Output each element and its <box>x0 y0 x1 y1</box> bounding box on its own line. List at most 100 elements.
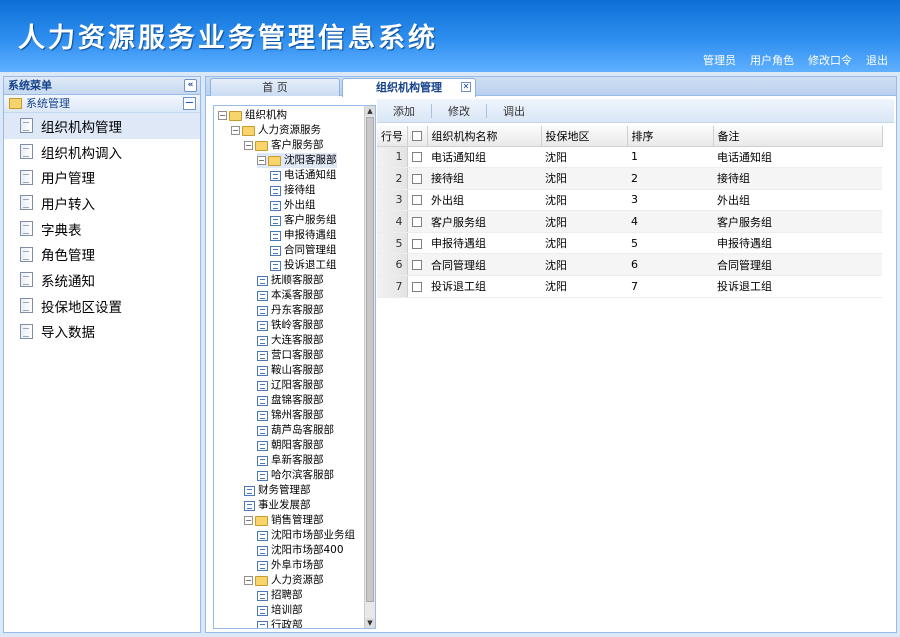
tree-node[interactable]: 锦州客服部 <box>257 408 324 423</box>
tree-scrollbar[interactable]: ▲ ▼ <box>364 106 375 628</box>
row-checkbox[interactable] <box>411 260 422 271</box>
tree-toggle-icon[interactable]: − <box>218 111 227 120</box>
tree-node[interactable]: 丹东客服部 <box>257 303 324 318</box>
row-select-cell[interactable] <box>407 253 427 277</box>
tree-node[interactable]: − 人力资源服务 <box>231 123 321 138</box>
menu-item[interactable]: 字典表 <box>4 216 200 242</box>
tree-node[interactable]: 营口客服部 <box>257 348 324 363</box>
tree-node-label: 行政部 <box>271 619 303 629</box>
tab-home[interactable]: 首 页 <box>210 78 340 96</box>
tree-node[interactable]: 大连客服部 <box>257 333 324 348</box>
tree-node[interactable]: 培训部 <box>257 603 303 618</box>
select-all-checkbox[interactable] <box>411 131 422 142</box>
topnav-user-role-link[interactable]: 用户角色 <box>750 52 794 68</box>
tree-node-label: 阜新客服部 <box>271 454 324 466</box>
row-checkbox[interactable] <box>411 281 422 292</box>
collapse-group-icon[interactable]: − <box>183 97 196 110</box>
scroll-up-icon[interactable]: ▲ <box>365 106 375 116</box>
tree-toggle-icon[interactable]: − <box>244 516 253 525</box>
col-header-region[interactable]: 投保地区 <box>541 126 628 147</box>
row-select-cell[interactable] <box>407 146 427 169</box>
row-checkbox[interactable] <box>411 217 422 228</box>
topnav-admin-link[interactable]: 管理员 <box>703 52 736 68</box>
tree-toggle-icon[interactable]: − <box>244 141 253 150</box>
tree-node[interactable]: − 组织机构 <box>218 108 287 123</box>
tree-node[interactable]: 行政部 <box>257 618 303 629</box>
tree-node[interactable]: 沈阳市场部400 <box>257 543 344 558</box>
tree-node[interactable]: 外出组 <box>270 198 316 213</box>
col-header-name[interactable]: 组织机构名称 <box>427 126 542 147</box>
tab-org-management[interactable]: 组织机构管理 ✕ <box>342 78 476 97</box>
tree-node[interactable]: 沈阳市场部业务组 <box>257 528 355 543</box>
table-row[interactable]: 3 外出组 沈阳 3 外出组 <box>377 189 882 212</box>
close-tab-icon[interactable]: ✕ <box>461 82 471 92</box>
row-select-cell[interactable] <box>407 210 427 233</box>
tree-node[interactable]: 本溪客服部 <box>257 288 324 303</box>
menu-group-system-admin[interactable]: 系统管理 − <box>4 95 200 113</box>
row-select-cell[interactable] <box>407 167 427 190</box>
col-header-order[interactable]: 排序 <box>627 126 714 147</box>
tree-node[interactable]: 招聘部 <box>257 588 303 603</box>
menu-item[interactable]: 投保地区设置 <box>4 293 200 319</box>
tree-node[interactable]: 朝阳客服部 <box>257 438 324 453</box>
topnav-change-password-link[interactable]: 修改口令 <box>808 52 852 68</box>
collapse-left-icon[interactable]: « <box>184 79 197 92</box>
row-select-cell[interactable] <box>407 232 427 255</box>
row-checkbox[interactable] <box>411 238 422 249</box>
row-checkbox[interactable] <box>411 173 422 184</box>
tree-node[interactable]: 事业发展部 <box>244 498 311 513</box>
region-cell: 沈阳 <box>541 253 627 277</box>
table-row[interactable]: 5 申报待遇组 沈阳 5 申报待遇组 <box>377 232 882 255</box>
menu-item[interactable]: 角色管理 <box>4 241 200 267</box>
tree-node[interactable]: 铁岭客服部 <box>257 318 324 333</box>
scroll-thumb[interactable] <box>366 117 374 602</box>
tree-node[interactable]: − 沈阳客服部 <box>257 153 337 168</box>
col-header-remark[interactable]: 备注 <box>713 126 883 147</box>
tree-node[interactable]: 辽阳客服部 <box>257 378 324 393</box>
row-select-cell[interactable] <box>407 189 427 212</box>
menu-item[interactable]: 组织机构管理 <box>4 113 200 139</box>
table-row[interactable]: 6 合同管理组 沈阳 6 合同管理组 <box>377 253 882 277</box>
tree-toggle-icon[interactable]: − <box>244 576 253 585</box>
add-button[interactable]: 添加 <box>393 103 431 119</box>
menu-item[interactable]: 系统通知 <box>4 267 200 293</box>
tree-node[interactable]: 接待组 <box>270 183 316 198</box>
row-checkbox[interactable] <box>411 195 422 206</box>
order-cell: 2 <box>627 167 713 190</box>
tree-node[interactable]: 阜新客服部 <box>257 453 324 468</box>
tree-node[interactable]: − 客户服务部 <box>244 138 324 153</box>
table-row[interactable]: 4 客户服务组 沈阳 4 客户服务组 <box>377 210 882 233</box>
tree-node[interactable]: 鞍山客服部 <box>257 363 324 378</box>
tree-node[interactable]: 盘锦客服部 <box>257 393 324 408</box>
menu-item[interactable]: 用户管理 <box>4 164 200 190</box>
tree-node[interactable]: 哈尔滨客服部 <box>257 468 334 483</box>
scroll-down-icon[interactable]: ▼ <box>365 618 375 628</box>
tree-node[interactable]: − 销售管理部 <box>244 513 324 528</box>
menu-item[interactable]: 导入数据 <box>4 319 200 345</box>
row-number-cell: 5 <box>377 232 408 255</box>
tree-node[interactable]: 抚顺客服部 <box>257 273 324 288</box>
tree-node[interactable]: 客户服务组 <box>270 213 337 228</box>
tree-node[interactable]: 电话通知组 <box>270 168 337 183</box>
tree-node[interactable]: 合同管理组 <box>270 243 337 258</box>
col-header-select-all[interactable] <box>407 126 428 147</box>
remark-cell: 电话通知组 <box>713 146 882 169</box>
edit-button[interactable]: 修改 <box>448 103 486 119</box>
tree-node[interactable]: 财务管理部 <box>244 483 311 498</box>
row-checkbox[interactable] <box>411 152 422 163</box>
tree-toggle-icon[interactable]: − <box>231 126 240 135</box>
topnav-logout-link[interactable]: 退出 <box>866 52 888 68</box>
row-select-cell[interactable] <box>407 275 427 298</box>
tree-node[interactable]: 投诉退工组 <box>270 258 337 273</box>
table-row[interactable]: 2 接待组 沈阳 2 接待组 <box>377 167 882 190</box>
tree-node[interactable]: − 人力资源部 <box>244 573 324 588</box>
tree-node[interactable]: 申报待遇组 <box>270 228 337 243</box>
transfer-out-button[interactable]: 调出 <box>503 103 541 119</box>
menu-item[interactable]: 组织机构调入 <box>4 139 200 165</box>
table-row[interactable]: 1 电话通知组 沈阳 1 电话通知组 <box>377 146 882 169</box>
menu-item[interactable]: 用户转入 <box>4 190 200 216</box>
tree-node[interactable]: 葫芦岛客服部 <box>257 423 334 438</box>
tree-node[interactable]: 外阜市场部 <box>257 558 324 573</box>
tree-toggle-icon[interactable]: − <box>257 156 266 165</box>
table-row[interactable]: 7 投诉退工组 沈阳 7 投诉退工组 <box>377 275 882 298</box>
